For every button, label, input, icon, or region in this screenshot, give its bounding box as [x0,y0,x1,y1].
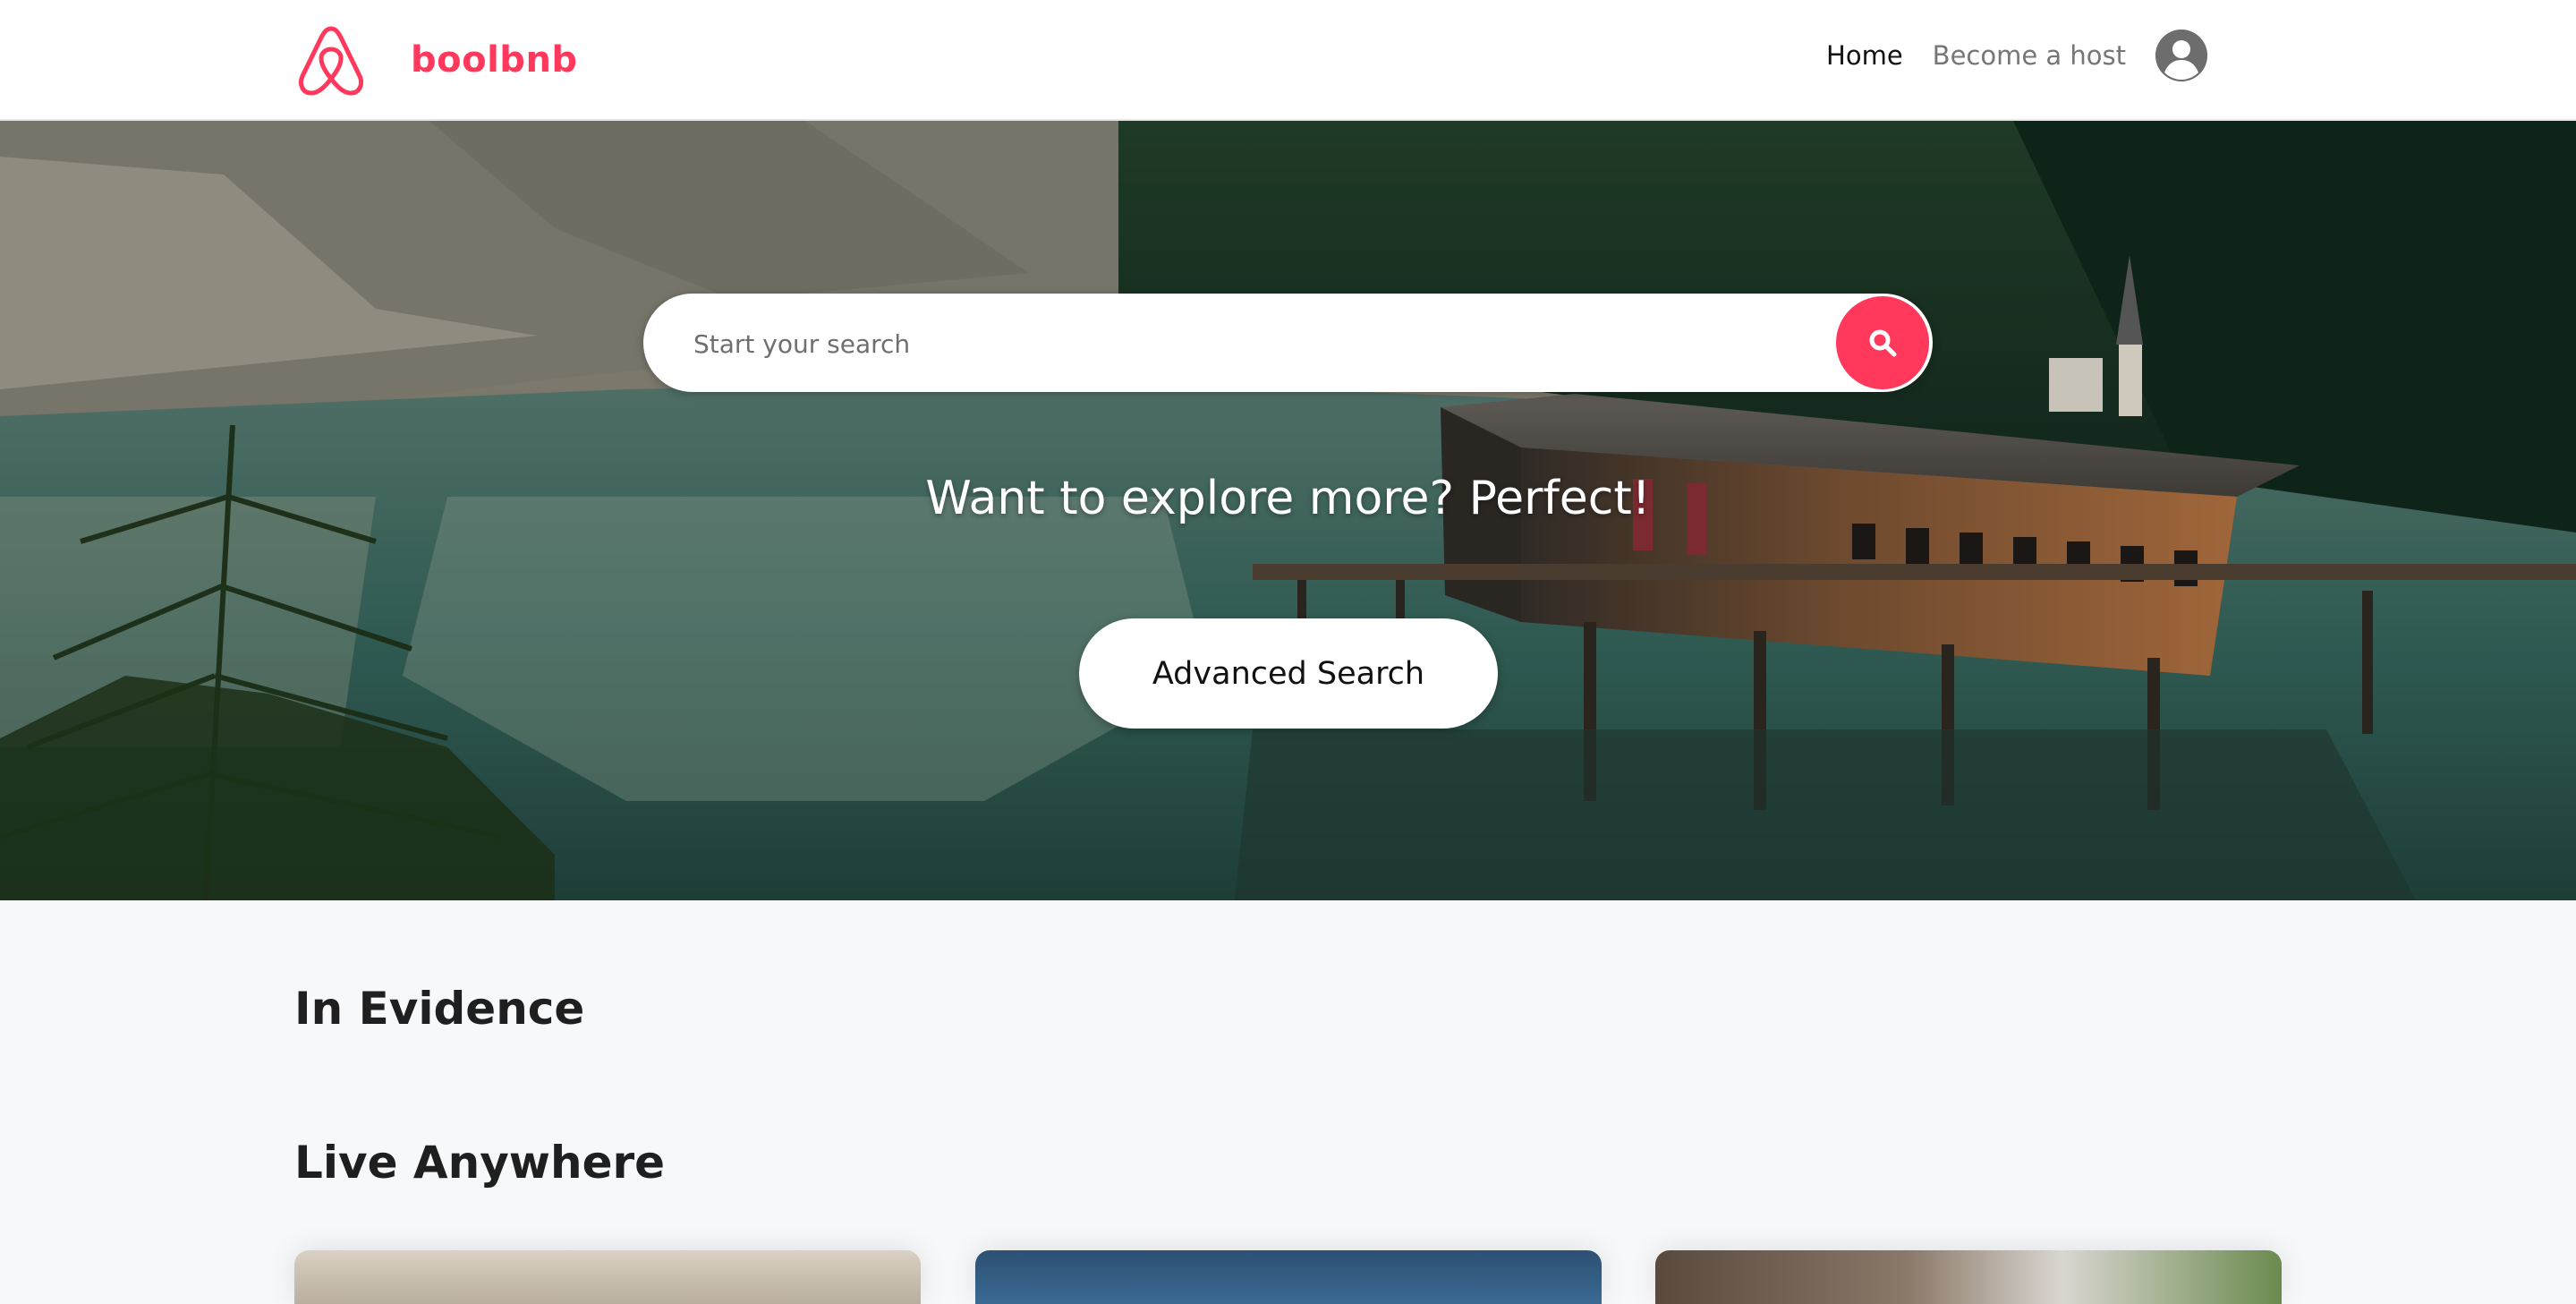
live-anywhere-card[interactable] [1655,1250,2282,1304]
search-input[interactable] [692,294,1832,394]
live-anywhere-card[interactable] [294,1250,921,1304]
user-circle-icon [2155,30,2207,81]
live-anywhere-card[interactable] [975,1250,1602,1304]
search-icon [1869,329,1897,357]
hero-heading: Want to explore more? Perfect! [925,472,1651,525]
search-button[interactable] [1836,296,1929,389]
in-evidence-title: In Evidence [294,983,585,1035]
hero-section: Want to explore more? Perfect! Advanced … [0,121,2576,900]
airbnb-logo-icon [298,26,364,96]
user-avatar-button[interactable] [2155,30,2207,81]
advanced-search-button[interactable]: Advanced Search [1079,618,1498,729]
search-bar [643,294,1933,394]
nav-links: Home Become a host [1797,27,2207,84]
brand-name: boolbnb [411,39,578,81]
brand-link[interactable]: boolbnb [293,20,578,100]
nav-home-link[interactable]: Home [1826,40,1903,71]
nav-become-host-link[interactable]: Become a host [1933,40,2126,71]
navbar: boolbnb Home Become a host [0,0,2576,121]
live-anywhere-title: Live Anywhere [294,1137,666,1189]
